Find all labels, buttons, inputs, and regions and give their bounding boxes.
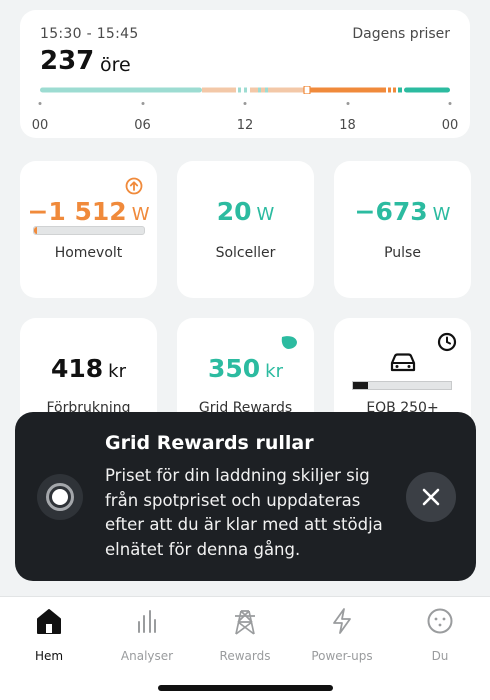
consumption-unit: kr: [108, 361, 126, 382]
homevolt-value: −1 512: [27, 197, 127, 226]
nav-item-home[interactable]: Hem: [9, 605, 89, 663]
tick-label: 18: [339, 118, 356, 133]
pulse-power: −673 W: [334, 197, 471, 226]
lightning-icon: [333, 608, 351, 634]
face-icon: [427, 608, 453, 634]
tick-label: 06: [134, 118, 151, 133]
car-icon: [390, 353, 416, 372]
price-bar-current-marker: [303, 86, 311, 94]
toast-title: Grid Rewards rullar: [105, 432, 314, 454]
toast-close-button[interactable]: [406, 472, 456, 522]
home-indicator: [158, 685, 333, 691]
solar-value: 20: [216, 197, 252, 226]
grid-rewards-amount: 350 kr: [177, 354, 314, 383]
homevolt-power: −1 512 W: [20, 197, 157, 226]
solar-unit: W: [256, 204, 275, 225]
grid-rewards-value: 350: [207, 354, 261, 383]
pulse-unit: W: [432, 204, 451, 225]
nav-label-du: Du: [431, 649, 449, 663]
homevolt-unit: W: [131, 204, 150, 225]
arrow-up-circle-icon: [125, 177, 143, 195]
clock-icon: [437, 332, 457, 352]
price-axis: 00 06 12 18 00: [32, 102, 458, 133]
pulse-card[interactable]: −673 W Pulse: [334, 161, 471, 298]
pulse-label: Pulse: [384, 245, 421, 261]
current-price-value: 237: [40, 46, 95, 76]
nav-label-power-ups: Power-ups: [311, 649, 373, 663]
nav-item-du[interactable]: Du: [400, 605, 480, 663]
consumption-value: 418: [50, 354, 104, 383]
solar-label: Solceller: [215, 245, 276, 261]
nav-label-home: Hem: [34, 649, 64, 663]
nav-item-analyser[interactable]: Analyser: [107, 605, 187, 663]
homevolt-battery-bar: [33, 226, 145, 235]
todays-prices-link[interactable]: Dagens priser: [352, 26, 450, 42]
ev-charge-bar: [352, 381, 452, 390]
close-icon[interactable]: [406, 472, 456, 522]
homevolt-card[interactable]: −1 512 W Homevolt: [20, 161, 157, 298]
tick-label: 00: [441, 118, 459, 133]
solar-power: 20 W: [177, 197, 314, 226]
home-icon: [37, 609, 61, 634]
grid-rewards-unit: kr: [265, 361, 283, 382]
homevolt-battery-fill: [34, 227, 38, 234]
current-price-unit: öre: [100, 54, 131, 76]
toast-body: Priset för din laddning skiljer sig från…: [105, 466, 383, 559]
grid-rewards-toast: Grid Rewards rullar Priset för din laddn…: [15, 412, 476, 581]
status-indicator-icon: [37, 474, 83, 520]
price-timeline-bar[interactable]: [40, 86, 450, 94]
nav-label-rewards: Rewards: [219, 649, 271, 663]
power-tower-icon: [235, 610, 255, 635]
tick-label: 00: [31, 118, 49, 133]
tick-label: 12: [236, 118, 254, 133]
solar-card[interactable]: 20 W Solceller: [177, 161, 314, 298]
price-time-range: 15:30 - 15:45: [40, 26, 139, 42]
price-card[interactable]: 15:30 - 15:45 Dagens priser 237 öre 00 0…: [20, 10, 470, 138]
pulse-value: −673: [354, 197, 428, 226]
homevolt-label: Homevolt: [54, 245, 123, 261]
leaf-icon: [281, 336, 297, 349]
ev-charge-fill: [353, 382, 368, 389]
consumption-amount: 418 kr: [20, 354, 157, 383]
nav-label-analyser: Analyser: [120, 649, 174, 663]
nav-item-power-ups[interactable]: Power-ups: [302, 605, 382, 663]
bar-chart-icon: [138, 610, 156, 633]
nav-item-rewards[interactable]: Rewards: [205, 605, 285, 663]
